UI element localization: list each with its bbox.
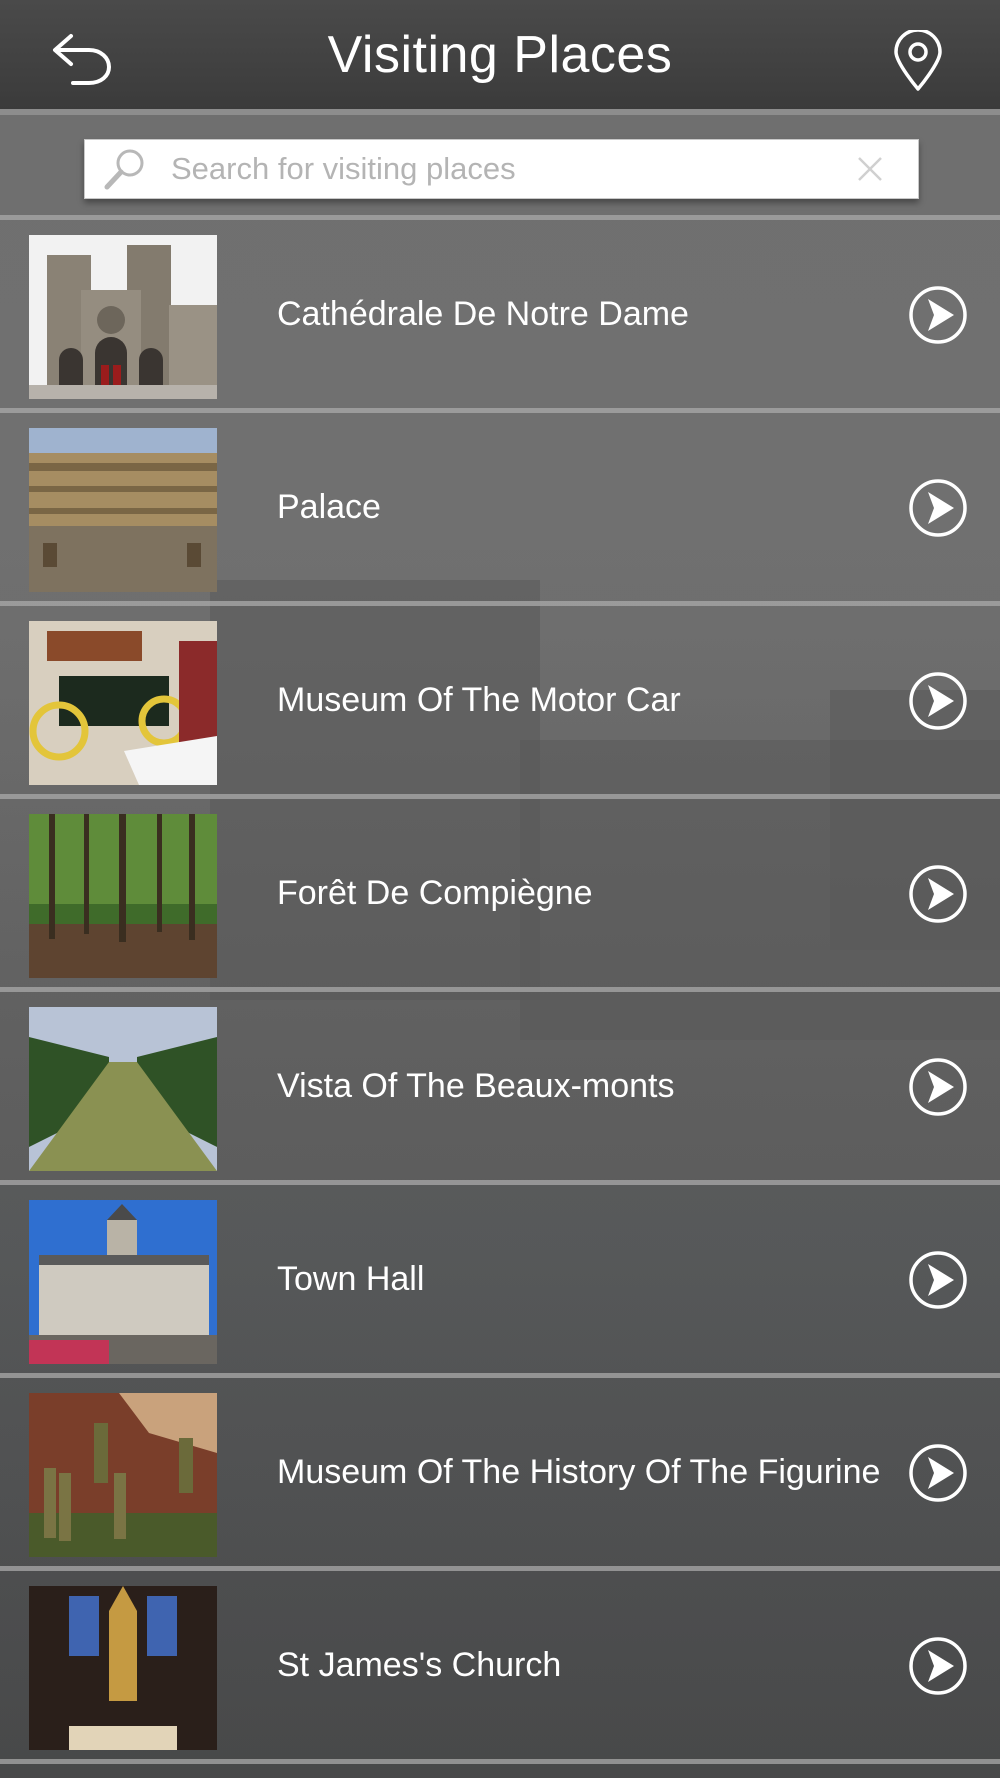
list-item[interactable]: Palace: [0, 413, 1000, 606]
place-name: St James's Church: [277, 1645, 562, 1684]
chevron-right-circle-icon[interactable]: [908, 671, 968, 731]
magnifier-icon: [93, 139, 157, 199]
search-input[interactable]: [157, 140, 840, 198]
page-title: Visiting Places: [327, 25, 673, 84]
place-name: Forêt De Compiègne: [277, 873, 593, 912]
list-item[interactable]: Vista Of The Beaux-monts: [0, 992, 1000, 1185]
place-name: Vista Of The Beaux-monts: [277, 1066, 675, 1105]
place-thumbnail: [29, 621, 217, 785]
place-name: Cathédrale De Notre Dame: [277, 294, 689, 333]
chevron-right-circle-icon[interactable]: [908, 864, 968, 924]
place-thumbnail: [29, 814, 217, 978]
places-list: Cathédrale De Notre Dame Palace Museum O…: [0, 220, 1000, 1764]
place-thumbnail: [29, 1586, 217, 1750]
back-button[interactable]: [50, 28, 114, 88]
chevron-right-circle-icon[interactable]: [908, 1057, 968, 1117]
place-thumbnail: [29, 1007, 217, 1171]
chevron-right-circle-icon[interactable]: [908, 478, 968, 538]
search-box: [84, 139, 919, 199]
list-item[interactable]: Town Hall: [0, 1185, 1000, 1378]
header-bar: Visiting Places: [0, 0, 1000, 115]
place-thumbnail: [29, 428, 217, 592]
clear-search-button[interactable]: [840, 139, 900, 199]
place-thumbnail: [29, 235, 217, 399]
map-button[interactable]: [890, 28, 946, 94]
place-name: Palace: [277, 487, 381, 526]
list-item[interactable]: St James's Church: [0, 1571, 1000, 1764]
place-thumbnail: [29, 1393, 217, 1557]
back-arrow-icon: [53, 34, 112, 85]
chevron-right-circle-icon[interactable]: [908, 1250, 968, 1310]
list-item[interactable]: Museum Of The History Of The Figurine: [0, 1378, 1000, 1571]
map-pin-icon: [894, 30, 942, 91]
place-name: Museum Of The Motor Car: [277, 680, 681, 719]
clear-x-icon: [858, 157, 882, 181]
list-item[interactable]: Museum Of The Motor Car: [0, 606, 1000, 799]
list-item[interactable]: Forêt De Compiègne: [0, 799, 1000, 992]
chevron-right-circle-icon[interactable]: [908, 285, 968, 345]
place-thumbnail: [29, 1200, 217, 1364]
chevron-right-circle-icon[interactable]: [908, 1443, 968, 1503]
list-item[interactable]: Cathédrale De Notre Dame: [0, 220, 1000, 413]
place-name: Town Hall: [277, 1259, 425, 1298]
place-name: Museum Of The History Of The Figurine: [277, 1452, 881, 1491]
chevron-right-circle-icon[interactable]: [908, 1636, 968, 1696]
search-bar: [0, 115, 1000, 220]
